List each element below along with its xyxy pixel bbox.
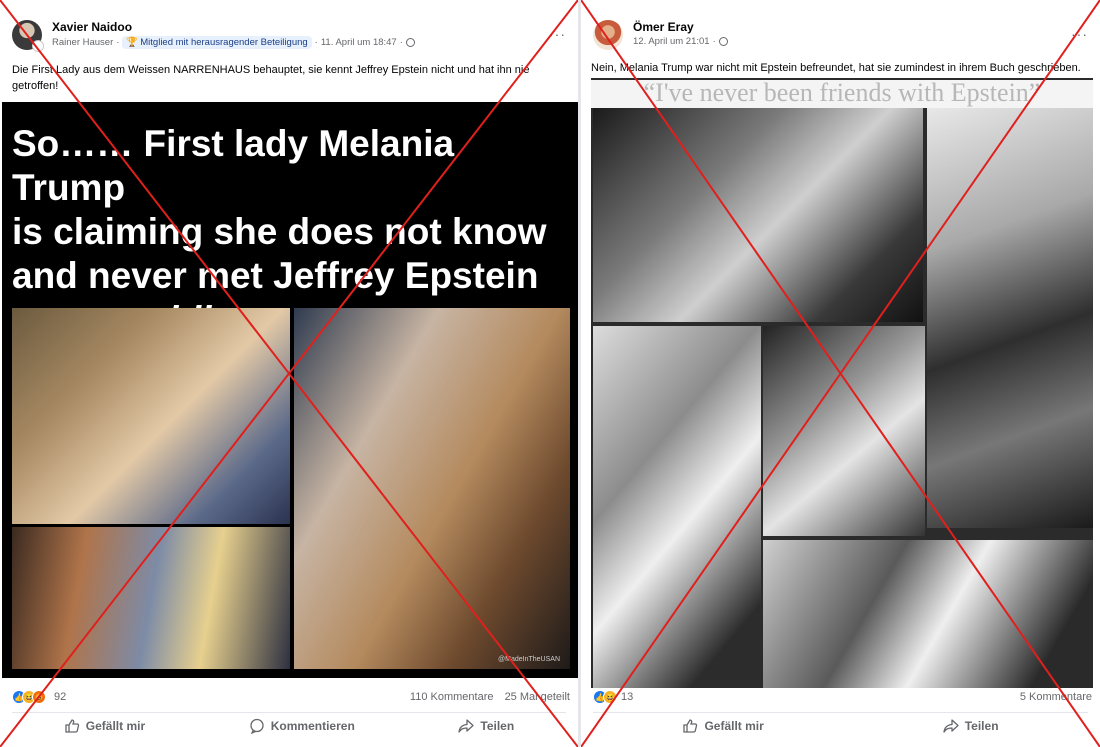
post-stats: 110 Kommentare 25 Mal geteilt xyxy=(402,691,570,703)
angry-reaction-icon: 😡 xyxy=(32,690,46,704)
comment-button[interactable]: Kommentieren xyxy=(249,718,355,734)
headline-line: is claiming she does not know xyxy=(12,211,547,252)
collage-photo xyxy=(763,540,1093,688)
share-icon xyxy=(943,718,959,733)
headline-line: and never met Jeffrey Epstein xyxy=(12,255,539,296)
image-quote: “I've never been friends with Epstein” xyxy=(591,80,1093,108)
share-button[interactable]: Teilen xyxy=(943,718,999,734)
reaction-count[interactable]: 13 xyxy=(621,691,633,703)
photo-kiss xyxy=(12,308,290,524)
post-right: Ömer Eray 12. April um 21:01 · ··· Nein,… xyxy=(581,0,1100,747)
collage-photo xyxy=(593,108,923,322)
post-left: Xavier Naidoo Rainer Hauser · 🏆 Mitglied… xyxy=(0,0,578,747)
more-icon[interactable]: ··· xyxy=(549,26,566,42)
meta-separator: · xyxy=(116,37,120,48)
photo-couple: @MadeInTheUSAN xyxy=(294,308,570,669)
post-image[interactable]: “I've never been friends with Epstein” xyxy=(591,78,1093,688)
collage-photo xyxy=(763,326,925,536)
headline-line: So…… First lady Melania Trump xyxy=(12,123,455,208)
shared-by-name[interactable]: Rainer Hauser xyxy=(52,37,113,48)
like-label: Gefällt mir xyxy=(704,718,764,733)
meta-separator: · xyxy=(314,37,318,48)
trophy-icon: 🏆 xyxy=(126,37,139,48)
reaction-count[interactable]: 92 xyxy=(54,691,66,703)
share-label: Teilen xyxy=(480,718,515,733)
reactions-bar: 👍 😆 😡 92 110 Kommentare 25 Mal geteilt xyxy=(12,690,570,708)
reactions-bar: 👍 😆 13 5 Kommentare xyxy=(593,690,1092,708)
comment-icon xyxy=(250,718,264,734)
share-icon xyxy=(458,718,475,733)
post-header: Ömer Eray 12. April um 21:01 · ··· xyxy=(593,18,1088,54)
haha-reaction-icon: 😆 xyxy=(603,690,617,704)
reaction-icons[interactable]: 👍 😆 xyxy=(593,690,617,704)
share-count[interactable]: 25 Mal geteilt xyxy=(505,691,570,703)
author-name[interactable]: Ömer Eray xyxy=(633,20,694,34)
collage-photo xyxy=(593,326,761,688)
photo-party xyxy=(12,527,290,669)
post-caption: Nein, Melania Trump war nicht mit Epstei… xyxy=(591,62,1081,74)
meta-separator: · xyxy=(399,37,403,48)
comment-count[interactable]: 110 Kommentare xyxy=(410,691,494,703)
post-image[interactable]: So…… First lady Melania Trump is claimin… xyxy=(2,102,578,678)
post-date[interactable]: 11. April um 18:47 xyxy=(321,37,397,48)
globe-icon xyxy=(718,37,728,46)
like-button[interactable]: Gefällt mir xyxy=(682,718,764,734)
shared-avatar xyxy=(32,40,44,52)
post-meta: Rainer Hauser · 🏆 Mitglied mit herausrag… xyxy=(52,36,415,49)
action-bar: Gefällt mir Kommentieren Teilen xyxy=(12,712,566,738)
meta-separator: · xyxy=(712,36,716,47)
share-label: Teilen xyxy=(964,718,999,733)
like-label: Gefällt mir xyxy=(85,718,146,733)
reaction-icons[interactable]: 👍 😆 😡 xyxy=(12,690,46,704)
action-bar: Gefällt mir Teilen xyxy=(593,712,1088,738)
share-button[interactable]: Teilen xyxy=(458,718,514,734)
comment-count[interactable]: 5 Kommentare xyxy=(1020,691,1092,703)
post-caption: Die First Lady aus dem Weissen NARRENHAU… xyxy=(12,64,530,92)
comment-label: Kommentieren xyxy=(270,718,355,733)
more-icon[interactable]: ··· xyxy=(1071,26,1088,42)
post-date[interactable]: 12. April um 21:01 xyxy=(633,36,710,47)
author-avatar[interactable] xyxy=(593,20,623,50)
image-watermark: @MadeInTheUSAN xyxy=(498,656,560,663)
collage-photo xyxy=(927,108,1093,528)
like-icon xyxy=(683,718,698,733)
author-name[interactable]: Xavier Naidoo xyxy=(52,20,132,34)
member-badge: 🏆 Mitglied mit herausragender Beteiligun… xyxy=(122,36,312,49)
globe-icon xyxy=(405,38,415,47)
post-header: Xavier Naidoo Rainer Hauser · 🏆 Mitglied… xyxy=(12,18,566,54)
like-button[interactable]: Gefällt mir xyxy=(64,718,145,734)
member-badge-label: Mitglied mit herausragender Beteiligung xyxy=(140,37,308,48)
post-meta: 12. April um 21:01 · xyxy=(633,36,728,47)
post-stats: 5 Kommentare xyxy=(1012,691,1092,703)
like-icon xyxy=(65,718,79,733)
